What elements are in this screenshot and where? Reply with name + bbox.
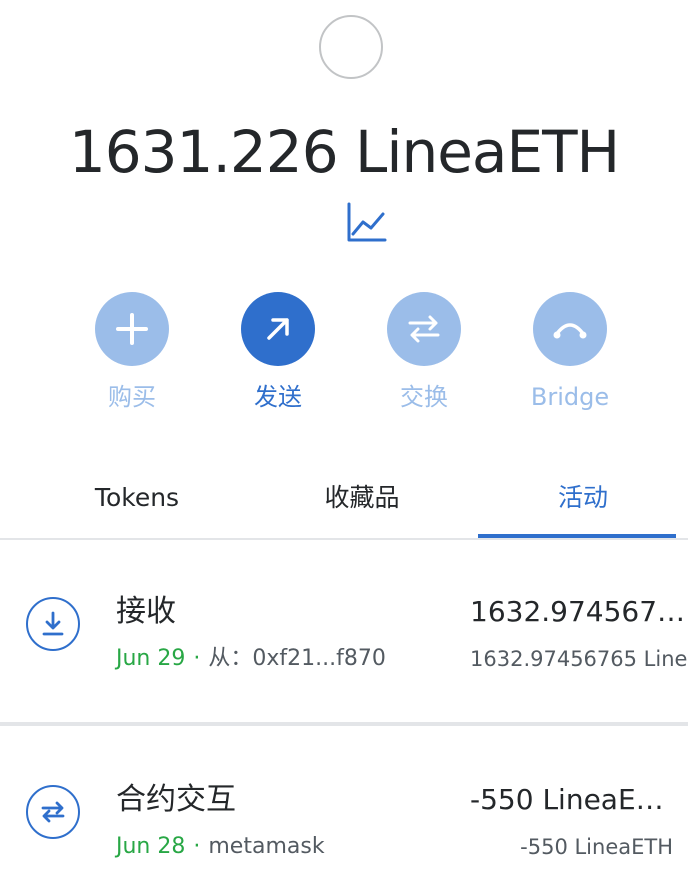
transaction-row[interactable]: 合约交互 Jun 28 · metamask -550 LineaETH -550 …	[0, 760, 688, 880]
tab-collectibles[interactable]: 收藏品	[257, 470, 467, 538]
chart-icon[interactable]	[345, 200, 389, 244]
bridge-icon	[533, 292, 607, 366]
transaction-title: 合约交互	[116, 782, 236, 817]
meta-separator: ·	[193, 646, 201, 671]
transaction-detail: metamask	[208, 834, 325, 859]
send-button[interactable]: 发送	[218, 292, 338, 412]
tab-activity[interactable]: 活动	[478, 470, 688, 538]
swap-button[interactable]: 交换	[364, 292, 484, 412]
balance-amount: 1631.226 LineaETH	[68, 118, 620, 186]
contract-interaction-icon	[26, 785, 80, 839]
transaction-date: Jun 29	[116, 646, 186, 671]
transaction-meta: Jun 28 · metamask	[116, 832, 325, 862]
receive-icon	[26, 597, 80, 651]
account-avatar[interactable]	[319, 15, 383, 79]
send-label: 发送	[254, 383, 302, 411]
swap-arrows-icon	[387, 292, 461, 366]
wallet-tabs: Tokens 收藏品 活动	[0, 470, 688, 540]
chart-icon-graphic	[347, 202, 387, 242]
transaction-amount: -550 LineaETH	[470, 783, 673, 816]
tabs-divider	[0, 538, 688, 540]
wallet-screen: 1631.226 LineaETH 购买 发送 交换 Bridge Tokens…	[0, 0, 688, 880]
bridge-button[interactable]: Bridge	[510, 292, 630, 412]
bridge-label: Bridge	[530, 383, 610, 411]
transaction-subamount: 1632.97456765 LineaETH	[470, 647, 688, 671]
row-divider	[0, 722, 688, 726]
tab-tokens[interactable]: Tokens	[32, 470, 242, 538]
transaction-date: Jun 28	[116, 834, 186, 859]
arrow-up-right-icon	[241, 292, 315, 366]
plus-icon	[95, 292, 169, 366]
action-bar: 购买 发送 交换 Bridge	[0, 292, 688, 422]
meta-separator: ·	[193, 834, 201, 859]
transaction-title: 接收	[116, 594, 176, 629]
transaction-subamount: -550 LineaETH	[520, 835, 673, 859]
buy-button[interactable]: 购买	[72, 292, 192, 412]
transaction-meta: Jun 29 · 从：0xf21...f870	[116, 644, 386, 674]
transaction-amount: 1632.97456765 LineaETH	[470, 595, 688, 628]
transaction-row[interactable]: 接收 Jun 29 · 从：0xf21...f870 1632.97456765 L…	[0, 572, 688, 722]
buy-label: 购买	[108, 383, 156, 411]
swap-label: 交换	[400, 383, 448, 411]
transaction-detail: 从：0xf21...f870	[208, 646, 386, 671]
